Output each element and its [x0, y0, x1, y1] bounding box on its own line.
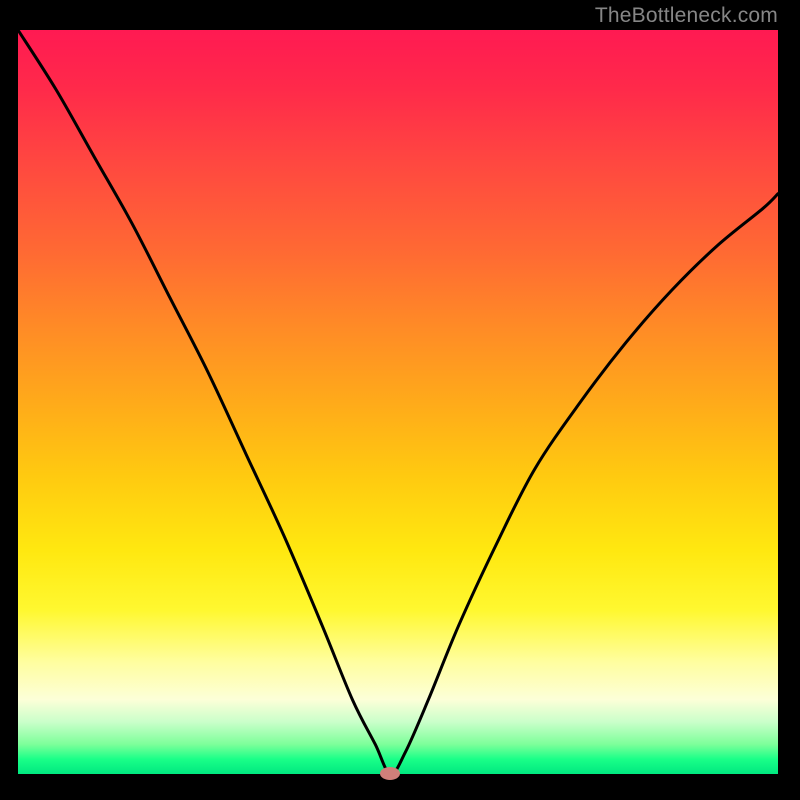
watermark-text: TheBottleneck.com: [595, 4, 778, 28]
chart-frame: TheBottleneck.com: [0, 0, 800, 800]
plot-area: [18, 30, 778, 774]
bottleneck-curve: [18, 30, 778, 774]
optimum-marker: [380, 767, 400, 780]
